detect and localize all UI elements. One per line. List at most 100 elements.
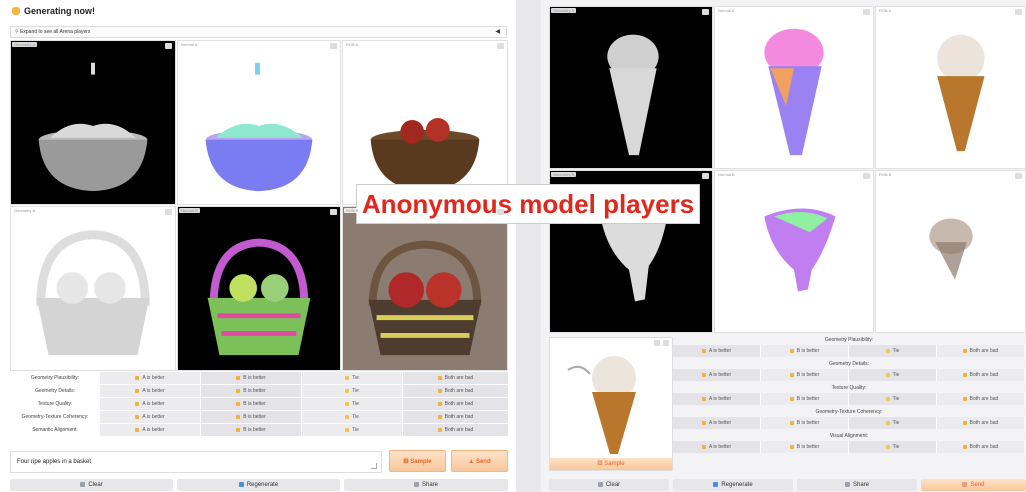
- geometry-a-label: Geometry A: [12, 42, 38, 47]
- cone-rgb-render: [937, 34, 985, 152]
- vote-group-label: Geometry Details:: [673, 360, 1025, 369]
- download-icon[interactable]: [1015, 9, 1022, 15]
- tie-button[interactable]: Tie: [849, 441, 937, 453]
- tie-button[interactable]: Tie: [849, 369, 937, 381]
- a-better-button[interactable]: A is better: [673, 345, 761, 357]
- tie-button[interactable]: Tie: [302, 424, 403, 436]
- basket-rgb-render: [368, 240, 482, 356]
- both-bad-button[interactable]: Both are bad: [937, 345, 1025, 357]
- a-better-button[interactable]: A is better: [673, 369, 761, 381]
- b-better-button[interactable]: B is better: [201, 424, 302, 436]
- both-bad-button[interactable]: Both are bad: [403, 424, 509, 436]
- b-better-button[interactable]: B is better: [201, 385, 302, 397]
- trash-icon: [80, 481, 86, 487]
- download-icon[interactable]: [165, 209, 172, 215]
- download-icon[interactable]: [497, 209, 504, 215]
- right-sample-button[interactable]: ⚅ Sample: [550, 458, 672, 470]
- dice-icon: ⚅: [597, 461, 603, 467]
- b-better-button[interactable]: B is better: [761, 441, 849, 453]
- both-bad-button[interactable]: Both are bad: [937, 393, 1025, 405]
- b-better-button[interactable]: B is better: [761, 345, 849, 357]
- vote-group-label: Visual Alignment:: [673, 432, 1025, 441]
- a-better-button[interactable]: A is better: [673, 417, 761, 429]
- both-bad-button[interactable]: Both are bad: [937, 369, 1025, 381]
- vote-row-label: Texture Quality:: [10, 398, 100, 410]
- tie-button[interactable]: Tie: [302, 411, 403, 423]
- sample-label: Sample: [410, 459, 432, 465]
- download-icon[interactable]: [330, 209, 337, 215]
- title-text: Generating now!: [24, 6, 96, 16]
- geometry-b-label: Geometry B: [12, 208, 38, 213]
- share-button[interactable]: Share: [344, 479, 508, 491]
- prompt-input[interactable]: Four ripe apples in a basket: [10, 451, 382, 473]
- generating-title: Generating now!: [12, 6, 95, 16]
- both-bad-button[interactable]: Both are bad: [937, 417, 1025, 429]
- b-better-button[interactable]: B is better: [761, 369, 849, 381]
- send-button[interactable]: ▲ Send: [451, 450, 508, 472]
- both-bad-button[interactable]: Both are bad: [403, 411, 509, 423]
- share-label: Share: [421, 482, 438, 488]
- b-better-button[interactable]: B is better: [761, 417, 849, 429]
- b-better-button[interactable]: B is better: [201, 372, 302, 384]
- send-label: Send: [475, 459, 491, 465]
- both-bad-button[interactable]: Both are bad: [403, 385, 509, 397]
- download-icon[interactable]: [702, 9, 709, 15]
- regenerate-button[interactable]: Regenerate: [177, 479, 340, 491]
- right-send-button[interactable]: Send: [921, 479, 1026, 491]
- right-sample-label: Sample: [604, 461, 625, 467]
- cone-normal-render: [764, 28, 824, 156]
- right-regenerate-label: Regenerate: [721, 482, 753, 488]
- tie-button[interactable]: Tie: [302, 372, 403, 384]
- both-bad-button[interactable]: Both are bad: [403, 398, 509, 410]
- anonymous-players-banner: Anonymous model players: [356, 184, 700, 224]
- right-send-label: Send: [970, 482, 985, 488]
- b-better-button[interactable]: B is better: [201, 411, 302, 423]
- rgb-a-label: RGB A: [344, 42, 361, 47]
- b-better-button[interactable]: B is better: [201, 398, 302, 410]
- dice-icon: ⚅: [403, 459, 409, 465]
- tie-button[interactable]: Tie: [302, 398, 403, 410]
- download-icon[interactable]: [863, 9, 870, 15]
- send-icon: ▲: [468, 459, 475, 465]
- download-icon[interactable]: [497, 43, 504, 49]
- download-icon[interactable]: [1015, 173, 1022, 179]
- expand-players-accordion[interactable]: ⚲ Expand to see all Arena players ◀: [10, 26, 507, 38]
- right-clear-button[interactable]: Clear: [549, 479, 669, 491]
- tie-button[interactable]: Tie: [849, 393, 937, 405]
- download-icon[interactable]: [330, 43, 337, 49]
- right-share-button[interactable]: Share: [797, 479, 917, 491]
- a-better-button[interactable]: A is better: [673, 393, 761, 405]
- right-rgb-b-tile: RGB B: [875, 170, 1026, 333]
- clear-button[interactable]: Clear: [10, 479, 173, 491]
- vote-row: Geometry-Texture Coherency: A is better B …: [10, 411, 509, 423]
- a-better-button[interactable]: A is better: [100, 398, 201, 410]
- a-better-button[interactable]: A is better: [100, 385, 201, 397]
- both-bad-button[interactable]: Both are bad: [937, 441, 1025, 453]
- right-normal-a-label: Normal A: [716, 8, 737, 13]
- triangle-icon: ◀: [495, 29, 500, 35]
- tie-button[interactable]: Tie: [849, 345, 937, 357]
- regenerate-label: Regenerate: [246, 482, 279, 488]
- vote-row-label: Geometry Details:: [10, 385, 100, 397]
- right-rgb-a-tile: RGB A: [875, 6, 1026, 169]
- tie-button[interactable]: Tie: [849, 417, 937, 429]
- right-vote-groups: Geometry Plausibility: A is better B is be…: [673, 336, 1025, 472]
- a-better-button[interactable]: A is better: [100, 372, 201, 384]
- vote-group-label: Texture Quality:: [673, 384, 1025, 393]
- vote-row-label: Semantic Alignment:: [10, 424, 100, 436]
- tie-button[interactable]: Tie: [302, 385, 403, 397]
- right-geometry-a-label: Geometry A: [551, 8, 577, 13]
- right-regenerate-button[interactable]: Regenerate: [673, 479, 793, 491]
- resize-handle[interactable]: [371, 463, 377, 469]
- a-better-button[interactable]: A is better: [100, 424, 201, 436]
- vote-group-label: Geometry-Texture Coherency:: [673, 408, 1025, 417]
- sample-button[interactable]: ⚅ Sample: [389, 450, 446, 472]
- download-icon[interactable]: [863, 173, 870, 179]
- a-better-button[interactable]: A is better: [673, 441, 761, 453]
- a-better-button[interactable]: A is better: [100, 411, 201, 423]
- download-icon[interactable]: [165, 43, 172, 49]
- download-icon[interactable]: [702, 173, 709, 179]
- both-bad-button[interactable]: Both are bad: [403, 372, 509, 384]
- vote-group-row: A is better B is better Tie Both are bad: [673, 441, 1025, 454]
- b-better-button[interactable]: B is better: [761, 393, 849, 405]
